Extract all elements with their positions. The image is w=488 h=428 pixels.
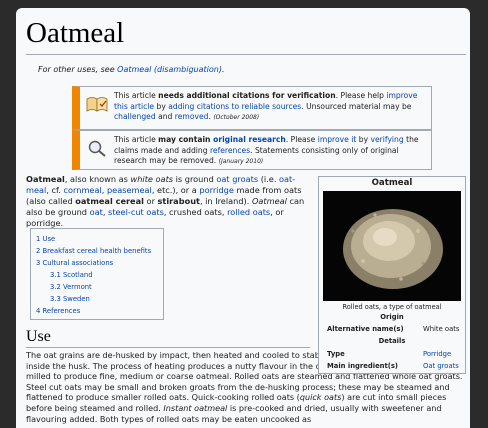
verifying-link[interactable]: verifying [371,135,404,144]
rolled-oats-image[interactable] [323,191,461,301]
notice-text-part: and [155,112,175,121]
infobox-caption: Rolled oats, a type of oatmeal [342,303,442,311]
notice-text-part: . [208,112,211,121]
notice-text-part: . Unsourced material may be [301,101,412,111]
notice-date: (January 2010) [218,158,264,165]
peasemeal-link[interactable]: peasemeal [107,185,152,195]
infobox-label: Main ingredient(s) [327,362,399,370]
toc-item[interactable]: 4 References [36,305,163,317]
intro-bold: oatmeal cereal [75,196,144,206]
infobox-section-origin: Origin [380,313,404,321]
notice-text-part: This article [114,135,159,144]
intro-text: (i.e. [258,174,280,184]
notice-text-part: . Please [285,135,318,144]
intro-text: , etc.), or a [151,185,200,195]
infobox-value: White oats [423,325,460,333]
disambiguation-link[interactable]: Oatmeal (disambiguation) [117,65,222,74]
infobox-label: Type [327,350,345,358]
infobox-label: Alternative name(s) [327,325,404,333]
porridge-link[interactable]: porridge [199,185,234,195]
title-divider [26,54,466,55]
section-divider [26,347,310,348]
intro-italic: Oatmeal [251,196,287,206]
hatnote-prefix: For other uses, see [38,65,118,74]
intro-text: or [143,196,158,206]
notice-text: This article may contain original resear… [114,135,425,168]
infobox: Oatmeal Rolled oats, a type of oatmeal O… [318,176,466,374]
hatnote-suffix: . [221,65,225,74]
oat-link[interactable]: oat [90,207,103,217]
section-heading: Use [26,328,51,345]
challenged-link[interactable]: challenged [114,112,156,121]
notice-text-part: by [356,135,371,144]
toc-item[interactable]: 1 Use [36,233,163,245]
oat-groats-link[interactable]: oat groats [216,174,258,184]
original-research-link[interactable]: original research [213,135,286,144]
notice-date: (October 2008) [213,114,260,121]
notice-text-part: . Please help [335,91,387,100]
intro-paragraph: Oatmeal, also known as white oats is gro… [26,174,314,229]
paragraph-italic: Instant oatmeal [163,402,228,413]
intro-text: , also known as [64,174,131,184]
intro-text: , in Ireland). [199,196,252,206]
toc-item[interactable]: 3 Cultural associations [36,257,163,269]
magnifier-icon [88,140,106,157]
notice-bold: needs additional citations for verificat… [158,91,336,100]
toc-subitem[interactable]: 3.1 Scotland [36,269,163,281]
article-content: Oatmeal For other uses, see Oatmeal (dis… [24,8,470,428]
notice-text: This article needs additional citations … [114,91,425,124]
toc-item[interactable]: 2 Breakfast cereal health benefits [36,245,163,257]
adding-citations-link[interactable]: adding citations to reliable sources [168,102,301,111]
page-title: Oatmeal [26,17,125,49]
intro-text: , cf. [46,185,64,195]
removed-link[interactable]: removed [175,112,209,121]
hatnote: For other uses, see Oatmeal (disambiguat… [38,64,225,75]
intro-bold: Oatmeal [26,174,65,184]
intro-text: , crushed oats, [163,207,228,217]
original-research-notice: This article may contain original resear… [72,130,432,170]
references-link[interactable]: references [210,146,250,155]
cornmeal-link[interactable]: cornmeal [64,185,102,195]
toc-subitem[interactable]: 3.3 Sweden [36,293,163,305]
intro-text: is ground [173,174,217,184]
paragraph-italic: quick oats [299,392,342,403]
notice-text-part: This article [114,91,159,100]
book-icon [86,97,108,112]
notice-bold: may contain [158,135,214,144]
article-page: Oatmeal For other uses, see Oatmeal (dis… [16,8,470,428]
intro-bold: stirabout [157,196,200,206]
porridge-type-link[interactable]: Porridge [423,350,451,359]
rolled-oats-link[interactable]: rolled oats [227,207,270,217]
steel-cut-oats-link[interactable]: steel-cut oats [108,207,164,217]
notice-text-part: by [154,101,169,111]
citation-needed-notice: This article needs additional citations … [72,86,432,130]
table-of-contents: 1 Use 2 Breakfast cereal health benefits… [30,228,164,320]
oat-groats-ingredient-link[interactable]: Oat groats [423,362,459,371]
infobox-section-details: Details [378,337,406,345]
improve-it-link[interactable]: improve it [318,135,357,144]
infobox-title: Oatmeal [371,178,413,188]
toc-subitem[interactable]: 3.2 Vermont [36,281,163,293]
intro-italic: white oats [130,174,174,184]
